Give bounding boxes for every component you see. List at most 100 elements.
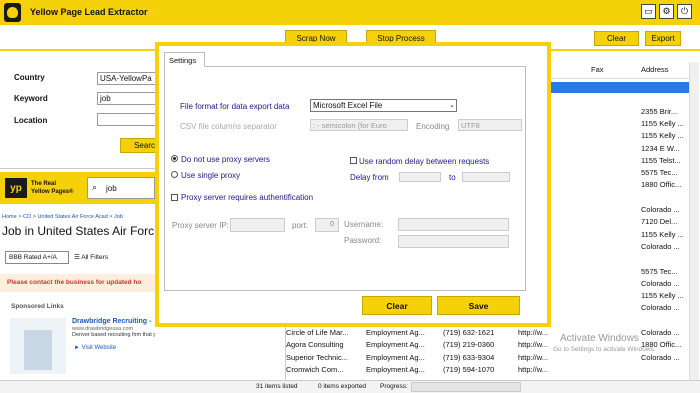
delay-to-label: to bbox=[449, 173, 456, 182]
settings-save-button[interactable]: Save bbox=[437, 296, 520, 315]
table-cell: Colorado ... bbox=[641, 303, 680, 313]
settings-clear-button[interactable]: Clear bbox=[362, 296, 432, 315]
keyword-label: Keyword bbox=[14, 94, 48, 103]
password-label: Password: bbox=[344, 236, 382, 245]
visit-website-link[interactable]: ► Visit Website bbox=[74, 345, 116, 351]
username-input[interactable] bbox=[398, 218, 509, 231]
activate-windows-subtext: Go to Settings to activate Windows. bbox=[553, 346, 656, 353]
location-label: Location bbox=[14, 116, 48, 125]
table-cell: Superior Technic... bbox=[286, 352, 348, 362]
activate-windows-watermark: Activate Windows bbox=[560, 333, 639, 344]
random-delay-checkbox[interactable] bbox=[350, 157, 357, 164]
no-proxy-radio[interactable] bbox=[171, 155, 178, 162]
yp-logo: yp bbox=[5, 178, 27, 198]
password-input[interactable] bbox=[398, 235, 509, 248]
progress-label: Progress: bbox=[380, 383, 408, 390]
breadcrumb[interactable]: Home > CO > United States Air Force Acad… bbox=[2, 214, 123, 220]
no-proxy-label: Do not use proxy servers bbox=[181, 155, 270, 164]
table-cell: (719) 633-9304 bbox=[443, 352, 495, 362]
table-cell: 1155 Kelly ... bbox=[641, 229, 684, 239]
table-cell: 1155 Telst... bbox=[641, 155, 681, 165]
window-icon[interactable]: ▭ bbox=[641, 4, 656, 19]
bbb-filter-chip[interactable]: BBB Rated A+/A bbox=[5, 251, 69, 264]
encoding-label: Encoding bbox=[416, 122, 450, 131]
ad-title-link[interactable]: Drawbridge Recruiting - bbox=[72, 318, 151, 325]
page-heading: Job in United States Air Forc bbox=[2, 224, 155, 238]
table-cell: (719) 632-1621 bbox=[443, 328, 495, 337]
port-input[interactable]: 0 bbox=[315, 218, 339, 232]
port-label: port: bbox=[292, 221, 309, 230]
search-button[interactable]: Searc bbox=[120, 138, 158, 153]
table-cell: Colorado ... bbox=[641, 278, 680, 288]
proxy-auth-checkbox[interactable] bbox=[171, 194, 178, 201]
table-cell: Colorado ... bbox=[641, 352, 680, 362]
table-cell: 1155 Kelly ... bbox=[641, 131, 684, 141]
table-cell: http://w... bbox=[518, 352, 549, 362]
table-cell: Agora Consulting bbox=[286, 340, 344, 350]
table-cell: 5575 Tec... bbox=[641, 266, 678, 276]
separator-label: CSV file columns separator bbox=[180, 122, 277, 131]
table-cell: http://w... bbox=[518, 328, 549, 337]
table-cell: Cromwich Com... bbox=[286, 364, 344, 374]
separator-select[interactable]: ; - semicolon (for Euro bbox=[310, 119, 408, 131]
proxy-auth-label: Proxy server requires authentification bbox=[181, 193, 314, 202]
table-cell: 1880 Offic... bbox=[641, 180, 682, 190]
arrow-icon: ► bbox=[74, 345, 82, 351]
keyword-input[interactable]: job bbox=[97, 92, 159, 105]
clear-button[interactable]: Clear bbox=[594, 31, 639, 46]
table-cell: Employment Ag... bbox=[366, 364, 425, 374]
yp-tagline: The Real Yellow Pages® bbox=[31, 181, 74, 195]
username-label: Username: bbox=[344, 220, 384, 229]
gear-icon[interactable]: ⚙ bbox=[659, 4, 674, 19]
table-cell: Colorado ... bbox=[641, 241, 680, 251]
table-cell: 2355 Brir... bbox=[641, 106, 678, 116]
table-cell: http://w... bbox=[518, 340, 549, 350]
table-cell: (719) 219-0360 bbox=[443, 340, 495, 350]
table-cell: Employment Ag... bbox=[366, 328, 425, 337]
app-logo bbox=[4, 3, 21, 22]
ad-description: Denver based recruiting firm that provid… bbox=[72, 332, 155, 338]
file-format-select[interactable]: Microsoft Excel File bbox=[310, 99, 457, 112]
file-format-label: File format for data export data bbox=[180, 102, 290, 111]
delay-to-input[interactable] bbox=[462, 172, 510, 182]
export-button[interactable]: Export bbox=[645, 31, 681, 46]
table-cell: 1155 Kelly ... bbox=[641, 118, 684, 128]
grid-scrollbar[interactable] bbox=[689, 62, 699, 380]
table-cell: 1234 E W... bbox=[641, 143, 680, 153]
power-icon[interactable]: ⏻ bbox=[677, 4, 692, 19]
country-label: Country bbox=[14, 73, 45, 82]
table-row[interactable]: Superior Technic... Employment Ag... (719)… bbox=[286, 353, 698, 364]
sponsored-label: Sponsored Links bbox=[11, 303, 64, 310]
single-proxy-radio[interactable] bbox=[171, 171, 178, 178]
progress-bar bbox=[411, 382, 521, 392]
all-filters-button[interactable]: ☰ All Filters bbox=[74, 253, 108, 261]
app-title: Yellow Page Lead Extractor bbox=[30, 7, 148, 17]
table-cell: Circle of Life Mar... bbox=[286, 328, 349, 337]
search-icon: ⌕ bbox=[92, 182, 98, 192]
table-cell: Colorado ... bbox=[641, 205, 680, 214]
single-proxy-label: Use single proxy bbox=[181, 171, 241, 180]
notice-banner: Please contact the business for updated … bbox=[0, 274, 155, 292]
table-cell: Employment Ag... bbox=[366, 352, 425, 362]
delay-from-input[interactable] bbox=[399, 172, 441, 182]
table-cell: (719) 594-1070 bbox=[443, 364, 495, 374]
table-cell: Employment Ag... bbox=[366, 340, 425, 350]
items-exported: 0 items exported bbox=[318, 383, 367, 390]
proxy-ip-input[interactable] bbox=[230, 218, 285, 232]
table-row[interactable]: Cromwich Com... Employment Ag... (719) 594… bbox=[286, 365, 698, 376]
items-listed: 31 items listed bbox=[256, 383, 298, 390]
location-input[interactable] bbox=[97, 113, 159, 126]
chevron-down-icon: ⌄ bbox=[449, 102, 455, 109]
table-cell: Colorado ... bbox=[641, 328, 680, 337]
table-cell: 1155 Kelly ... bbox=[641, 291, 684, 301]
encoding-select[interactable]: UTF8 bbox=[458, 119, 522, 131]
delay-from-label: Delay from bbox=[350, 173, 389, 182]
settings-tab[interactable]: Settings bbox=[164, 52, 205, 67]
yp-search-input[interactable]: job bbox=[87, 177, 155, 199]
random-delay-label: Use random delay between requests bbox=[359, 157, 490, 166]
building-icon bbox=[10, 318, 66, 374]
table-cell: 7120 Del... bbox=[641, 217, 678, 227]
table-cell: http://w... bbox=[518, 364, 549, 374]
country-select[interactable]: USA-YellowPa bbox=[97, 72, 159, 85]
proxy-ip-label: Proxy server IP: bbox=[172, 221, 229, 230]
